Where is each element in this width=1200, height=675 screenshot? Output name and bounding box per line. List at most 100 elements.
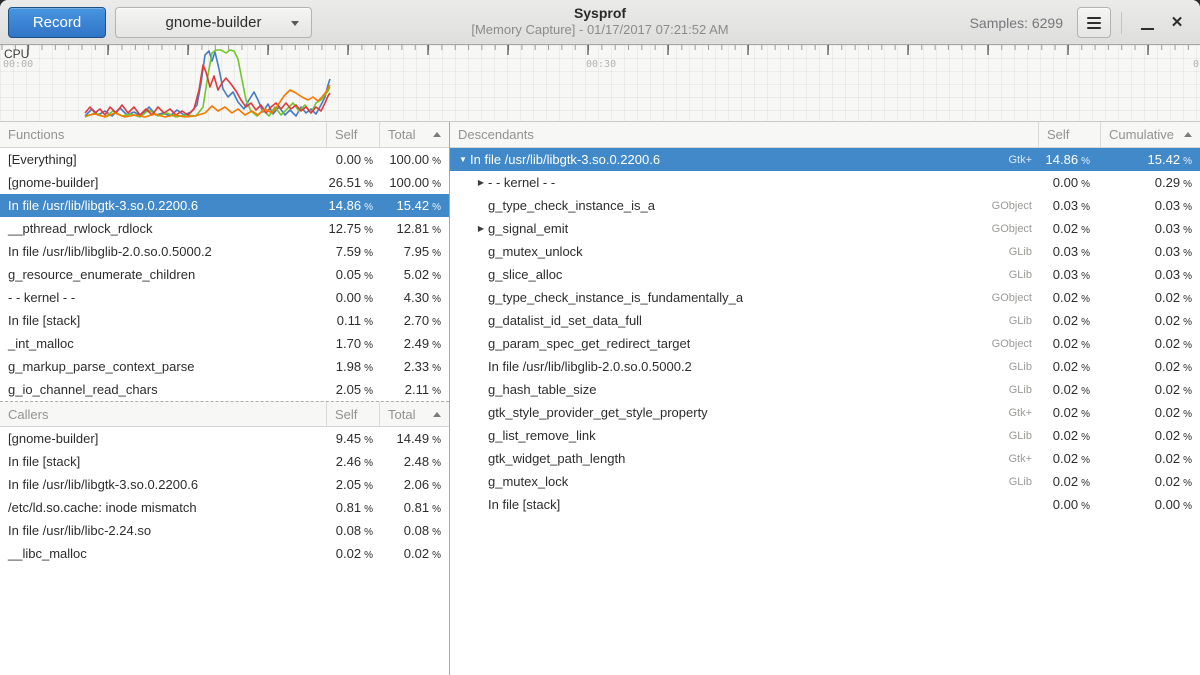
tree-row[interactable]: In file [stack]0.00%0.00% [450,493,1200,516]
self-column-header[interactable]: Self [326,402,379,426]
tree-row[interactable]: g_hash_table_sizeGLib0.02%0.02% [450,378,1200,401]
table-row[interactable]: _int_malloc1.70%2.49% [0,332,449,355]
tree-row[interactable]: In file /usr/lib/libglib-2.0.so.0.5000.2… [450,355,1200,378]
time-ticks [2,45,1188,55]
cell-cumulative-percent: 0.03% [1100,198,1200,213]
cell-cumulative-percent: 15.42% [1100,152,1200,167]
functions-section: Functions Self Total [Everything]0.00%10… [0,122,449,401]
minimize-button[interactable] [1132,8,1162,38]
table-row[interactable]: In file /usr/lib/libc-2.24.so0.08%0.08% [0,519,449,542]
percent-sign: % [432,340,441,351]
table-row[interactable]: In file /usr/lib/libgtk-3.so.0.2200.614.… [0,194,449,217]
percent-sign: % [1081,179,1090,190]
percent-sign: % [1183,317,1192,328]
table-row[interactable]: __pthread_rwlock_rdlock12.75%12.81% [0,217,449,240]
percent-sign: % [364,435,373,446]
cell-function-name: gtk_widget_path_length [488,451,625,466]
callers-header: Callers Self Total [0,401,449,427]
library-tag: GLib [1009,246,1032,258]
cell-self-percent: 0.02% [1038,428,1100,443]
tree-row[interactable]: g_mutex_lockGLib0.02%0.02% [450,470,1200,493]
tree-row[interactable]: g_list_remove_linkGLib0.02%0.02% [450,424,1200,447]
tree-row[interactable]: g_datalist_id_set_data_fullGLib0.02%0.02… [450,309,1200,332]
table-row[interactable]: In file [stack]2.46%2.48% [0,450,449,473]
percent-sign: % [432,271,441,282]
percent-sign: % [364,202,373,213]
record-button[interactable]: Record [8,7,106,38]
percent-sign: % [1183,340,1192,351]
cell-function-name: /etc/ld.so.cache: inode mismatch [0,500,326,515]
close-button[interactable]: ✕ [1162,8,1192,38]
table-row[interactable]: - - kernel - -0.00%4.30% [0,286,449,309]
hamburger-menu-button[interactable] [1077,7,1111,38]
table-row[interactable]: g_resource_enumerate_children0.05%5.02% [0,263,449,286]
functions-column-header[interactable]: Functions [0,122,326,147]
cell-self-percent: 0.02% [1038,290,1100,305]
self-column-header[interactable]: Self [326,122,379,147]
functions-header: Functions Self Total [0,122,449,148]
cell-cumulative-percent: 0.02% [1100,428,1200,443]
percent-sign: % [364,225,373,236]
cell-function-name: gtk_style_provider_get_style_property [488,405,708,420]
expander-open-icon[interactable]: ▼ [456,155,470,164]
cell-total-percent: 4.30% [379,290,449,305]
percent-sign: % [364,550,373,561]
tree-row[interactable]: g_type_check_instance_is_fundamentally_a… [450,286,1200,309]
cell-cumulative-percent: 0.02% [1100,336,1200,351]
callers-column-header[interactable]: Callers [0,402,326,426]
cell-cumulative-percent: 0.29% [1100,175,1200,190]
table-row[interactable]: __libc_malloc0.02%0.02% [0,542,449,565]
cell-self-percent: 2.46% [326,454,379,469]
process-selector-dropdown[interactable]: gnome-builder [115,7,312,38]
table-row[interactable]: g_io_channel_read_chars2.05%2.11% [0,378,449,401]
tree-row[interactable]: g_mutex_unlockGLib0.03%0.03% [450,240,1200,263]
tree-row[interactable]: g_slice_allocGLib0.03%0.03% [450,263,1200,286]
tree-row[interactable]: g_type_check_instance_is_aGObject0.03%0.… [450,194,1200,217]
cell-total-percent: 7.95% [379,244,449,259]
cell-total-percent: 2.06% [379,477,449,492]
library-tag: Gtk+ [1008,453,1032,465]
percent-sign: % [432,527,441,538]
percent-sign: % [1183,409,1192,420]
expander-closed-icon[interactable]: ▶ [474,224,488,233]
percent-sign: % [432,317,441,328]
table-row[interactable]: In file /usr/lib/libgtk-3.so.0.2200.62.0… [0,473,449,496]
percent-sign: % [364,271,373,282]
percent-sign: % [364,248,373,259]
total-column-header[interactable]: Total [379,122,449,147]
cpu-graph[interactable]: CPU 00:00 00:30 01:00 [0,45,1200,122]
total-column-header[interactable]: Total [379,402,449,426]
tree-row[interactable]: gtk_widget_path_lengthGtk+0.02%0.02% [450,447,1200,470]
tree-row[interactable]: ▶g_signal_emitGObject0.02%0.03% [450,217,1200,240]
table-row[interactable]: /etc/ld.so.cache: inode mismatch0.81%0.8… [0,496,449,519]
table-row[interactable]: [gnome-builder]9.45%14.49% [0,427,449,450]
library-tag: GObject [992,223,1032,235]
tree-row[interactable]: ▶- - kernel - -0.00%0.29% [450,171,1200,194]
percent-sign: % [364,156,373,167]
table-row[interactable]: g_markup_parse_context_parse1.98%2.33% [0,355,449,378]
cell-cumulative-percent: 0.03% [1100,244,1200,259]
cell-cumulative-percent: 0.02% [1100,359,1200,374]
table-row[interactable]: In file /usr/lib/libglib-2.0.so.0.5000.2… [0,240,449,263]
cell-self-percent: 0.03% [1038,198,1100,213]
percent-sign: % [1081,363,1090,374]
table-row[interactable]: [gnome-builder]26.51%100.00% [0,171,449,194]
chevron-down-icon [291,21,299,26]
cell-self-percent: 1.70% [326,336,379,351]
table-row[interactable]: In file [stack]0.11%2.70% [0,309,449,332]
expander-closed-icon[interactable]: ▶ [474,178,488,187]
descendants-tree: ▼In file /usr/lib/libgtk-3.so.0.2200.6Gt… [450,148,1200,516]
self-column-header[interactable]: Self [1038,122,1100,147]
header-separator [1121,12,1122,34]
cell-self-percent: 26.51% [326,175,379,190]
descendants-column-header[interactable]: Descendants [450,122,1038,147]
tree-row[interactable]: gtk_style_provider_get_style_propertyGtk… [450,401,1200,424]
samples-count: Samples: 6299 [970,15,1063,31]
tree-row[interactable]: g_param_spec_get_redirect_targetGObject0… [450,332,1200,355]
percent-sign: % [364,458,373,469]
cumulative-column-header[interactable]: Cumulative [1100,122,1200,147]
table-row[interactable]: [Everything]0.00%100.00% [0,148,449,171]
tree-row[interactable]: ▼In file /usr/lib/libgtk-3.so.0.2200.6Gt… [450,148,1200,171]
cell-total-percent: 2.33% [379,359,449,374]
cell-self-percent: 0.00% [326,290,379,305]
